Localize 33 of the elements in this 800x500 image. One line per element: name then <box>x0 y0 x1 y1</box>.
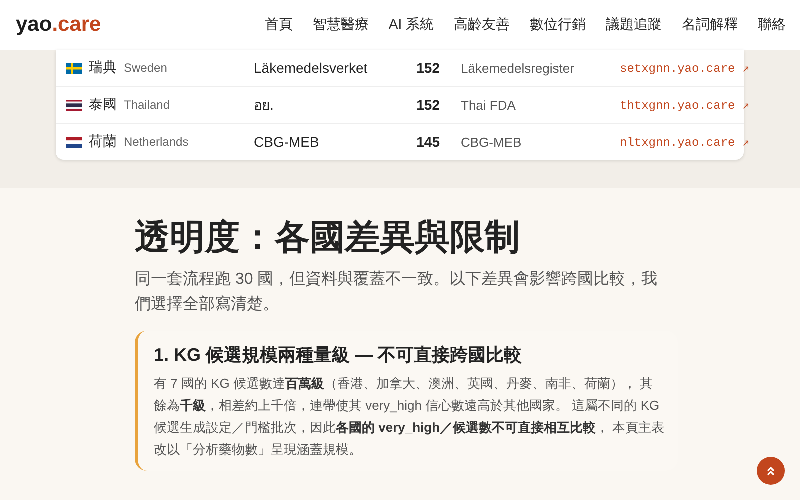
agency-cell-text: Läkemedelsverket <box>254 60 369 76</box>
site-link[interactable]: nltxgnn.yao.care ↗ <box>620 134 750 150</box>
agency-cell-text: CBG-MEB <box>254 134 320 150</box>
callout-paragraph: 有 7 國的 KG 候選數達百萬級（香港、加拿大、澳洲、英國、丹麥、南非、荷蘭）， 其餘為千級，相差約上千倍，連帶使其 very_high 信心數遠高於其他國家。 這屬不同的 KG 候選生成設定／門檻批次，因此各國的 very_high／候選數不可直接相互比較， 本頁主表改以「分析藥物數」呈現涵蓋規模。 <box>154 375 666 459</box>
section-title: 透明度：各國差異與限制 <box>135 217 521 259</box>
logo[interactable]: yao.care <box>16 13 102 37</box>
intro-paragraph: 同一套流程跑 30 國，但資料與覆蓋不一致。以下差異會影響跨國比較，我們選擇全部寫清楚。 <box>135 270 659 315</box>
country-name: 瑞典 <box>89 59 117 77</box>
double-chevron-up-icon <box>766 466 776 476</box>
nav-link[interactable]: 首頁 <box>264 16 293 34</box>
scroll-top-button[interactable] <box>757 457 785 485</box>
callout-title: 1. KG 候選規模兩種量級 — 不可直接跨國比較 <box>154 344 524 367</box>
nav-link[interactable]: 名詞解釋 <box>682 16 738 34</box>
registry-cell-text: Läkemedelsregister <box>460 60 576 76</box>
country-english-name: Sweden <box>124 61 168 75</box>
country-english-name: Thailand <box>124 98 170 112</box>
nav-link[interactable]: 聯絡 <box>758 16 786 34</box>
country-english-name: Netherlands <box>124 135 189 149</box>
registry-cell-text: CBG-MEB <box>460 134 523 150</box>
count-cell-text: 152 <box>416 60 440 76</box>
count-cell-text: 152 <box>416 97 440 113</box>
nav-link[interactable]: 智慧醫療 <box>312 16 369 34</box>
nav-link[interactable]: 數位行銷 <box>530 16 586 34</box>
nav-link[interactable]: 議題追蹤 <box>606 16 662 34</box>
site-link[interactable]: thtxgnn.yao.care ↗ <box>620 98 750 112</box>
country-name: 荷蘭 <box>89 133 117 151</box>
nav-link[interactable]: 高齡友善 <box>454 16 510 34</box>
nav-link[interactable]: AI 系統 <box>388 16 434 34</box>
agency-cell-text: อย. <box>254 96 275 115</box>
site-link[interactable]: setxgnn.yao.care ↗ <box>620 60 750 76</box>
country-name: 泰國 <box>89 96 117 114</box>
count-cell-text: 145 <box>416 134 440 150</box>
registry-cell-text: Thai FDA <box>460 98 517 112</box>
